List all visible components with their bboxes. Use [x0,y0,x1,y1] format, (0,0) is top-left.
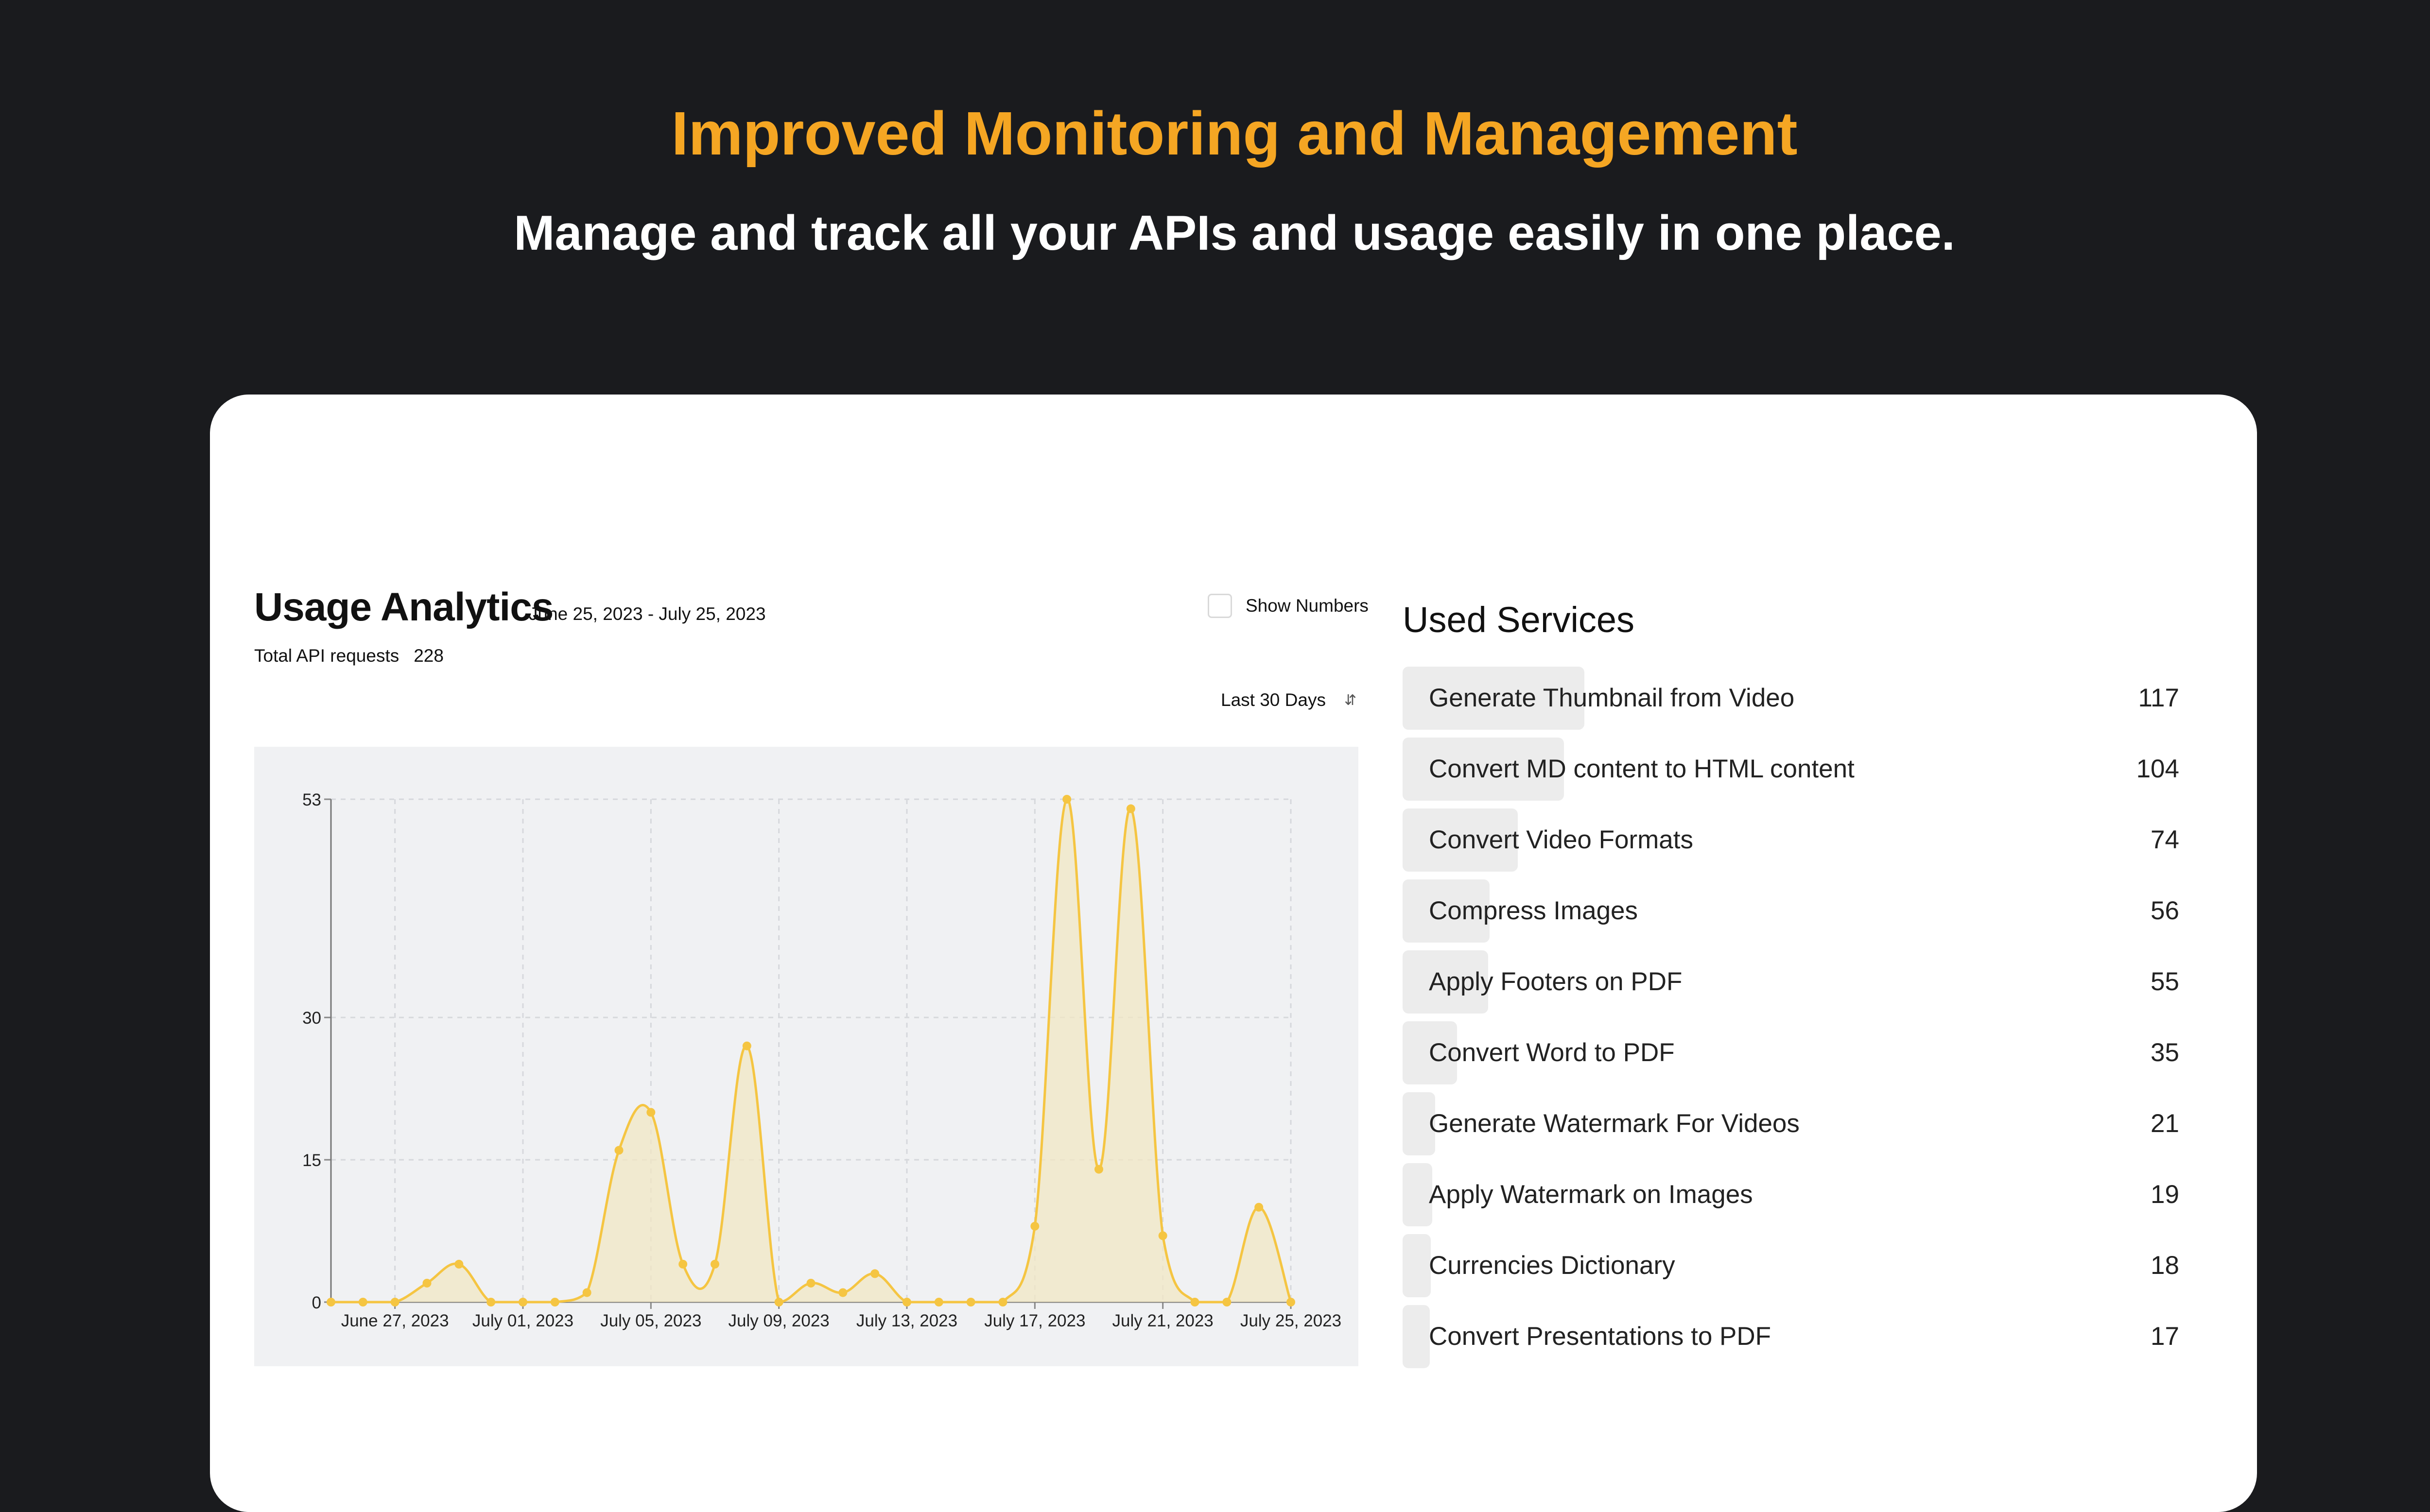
usage-chart: 0 15 30 53 June 27, 2023 July 01, 2023 July 05… [302,790,1341,1330]
service-label: Convert Word to PDF [1429,1038,1675,1067]
x-tick-label: June 27, 2023 [341,1311,449,1330]
service-label: Convert Video Formats [1429,825,1693,854]
data-point [614,1146,624,1155]
data-point [454,1259,464,1269]
data-point [390,1298,399,1306]
data-point [422,1278,432,1288]
service-count: 18 [2151,1251,2179,1280]
data-point [678,1259,688,1269]
data-point [1094,1165,1103,1174]
service-count: 19 [2151,1180,2179,1209]
data-point [1158,1231,1167,1240]
service-count: 35 [2151,1038,2179,1067]
data-point [1222,1298,1232,1306]
data-point [966,1298,975,1306]
data-point [774,1298,783,1306]
used-services-title: Used Services [1403,600,1635,640]
service-count: 74 [2151,825,2179,854]
data-point [711,1259,719,1269]
data-point [1062,795,1072,804]
x-tick-label: July 21, 2023 [1112,1311,1214,1330]
x-tick-label: July 13, 2023 [856,1311,957,1330]
data-point [1030,1221,1040,1231]
data-point [486,1298,496,1306]
data-point [550,1298,559,1306]
service-count: 104 [2136,755,2179,783]
data-point [934,1298,943,1306]
show-numbers-checkbox[interactable] [1208,594,1232,618]
data-point [1126,804,1135,813]
hero-subtitle: Manage and track all your APIs and usage… [514,206,1955,260]
show-numbers-label: Show Numbers [1246,596,1369,616]
usage-analytics-title: Usage Analytics [254,585,554,629]
y-tick-label: 15 [302,1151,321,1170]
y-tick-label: 0 [312,1293,321,1312]
data-point [358,1298,367,1306]
data-point [838,1288,848,1297]
data-point [998,1298,1007,1306]
x-tick-label: July 01, 2023 [472,1311,573,1330]
service-label: Apply Footers on PDF [1429,967,1683,996]
service-row[interactable]: Convert MD content to HTML content 104 [1403,738,2179,801]
service-row[interactable]: Generate Thumbnail from Video 117 [1403,667,2179,730]
total-api-requests: Total API requests 228 [254,646,444,666]
x-tick-label: July 17, 2023 [984,1311,1085,1330]
service-count: 17 [2151,1322,2179,1351]
data-point [903,1298,911,1306]
x-tick-label: July 09, 2023 [729,1311,830,1330]
service-row[interactable]: Convert Presentations to PDF 17 [1403,1305,2179,1368]
total-label: Total API requests [254,646,399,666]
service-usage-bar [1403,1234,1431,1297]
period-select-value: Last 30 Days [1221,690,1326,710]
service-label: Convert Presentations to PDF [1429,1322,1771,1351]
service-count: 21 [2151,1109,2179,1138]
data-point [582,1288,591,1297]
service-label: Compress Images [1429,896,1638,925]
show-numbers-toggle[interactable]: Show Numbers [1208,594,1369,618]
series-area [331,799,1291,1302]
service-count: 117 [2138,684,2180,712]
service-row[interactable]: Convert Video Formats 74 [1403,808,2179,872]
total-value: 228 [414,646,444,666]
service-row[interactable]: Generate Watermark For Videos 21 [1403,1092,2179,1155]
data-point [1190,1298,1199,1306]
x-tick-label: July 05, 2023 [600,1311,701,1330]
data-point [870,1269,880,1278]
service-label: Generate Thumbnail from Video [1429,684,1795,712]
service-label: Generate Watermark For Videos [1429,1109,1800,1138]
service-count: 56 [2151,896,2179,925]
y-tick-label: 53 [302,790,321,809]
data-point [327,1298,335,1306]
data-point [806,1278,816,1288]
y-tick-label: 30 [302,1009,321,1028]
data-point [742,1041,751,1050]
service-row[interactable]: Compress Images 56 [1403,879,2179,943]
service-row[interactable]: Apply Footers on PDF 55 [1403,950,2179,1014]
usage-chart-panel: 0 15 30 53 June 27, 2023 July 01, 2023 July 05… [254,747,1358,1366]
service-label: Apply Watermark on Images [1429,1180,1753,1209]
service-row[interactable]: Currencies Dictionary 18 [1403,1234,2179,1297]
hero-title: Improved Monitoring and Management [671,99,1798,168]
period-select[interactable]: Last 30 Days ⇵ [1221,690,1356,710]
service-usage-bar [1403,1163,1432,1226]
data-point [1286,1298,1295,1306]
service-row[interactable]: Apply Watermark on Images 19 [1403,1163,2179,1226]
chevron-up-down-icon: ⇵ [1344,692,1357,708]
x-tick-label: July 25, 2023 [1240,1311,1341,1330]
service-label: Convert MD content to HTML content [1429,755,1855,783]
service-label: Currencies Dictionary [1429,1251,1675,1280]
data-point [519,1298,527,1306]
service-row[interactable]: Convert Word to PDF 35 [1403,1021,2179,1084]
data-point [1254,1203,1264,1212]
service-count: 55 [2151,967,2179,996]
date-range: June 25, 2023 - July 25, 2023 [529,604,766,624]
service-usage-bar [1403,1305,1430,1368]
data-point [646,1108,656,1117]
